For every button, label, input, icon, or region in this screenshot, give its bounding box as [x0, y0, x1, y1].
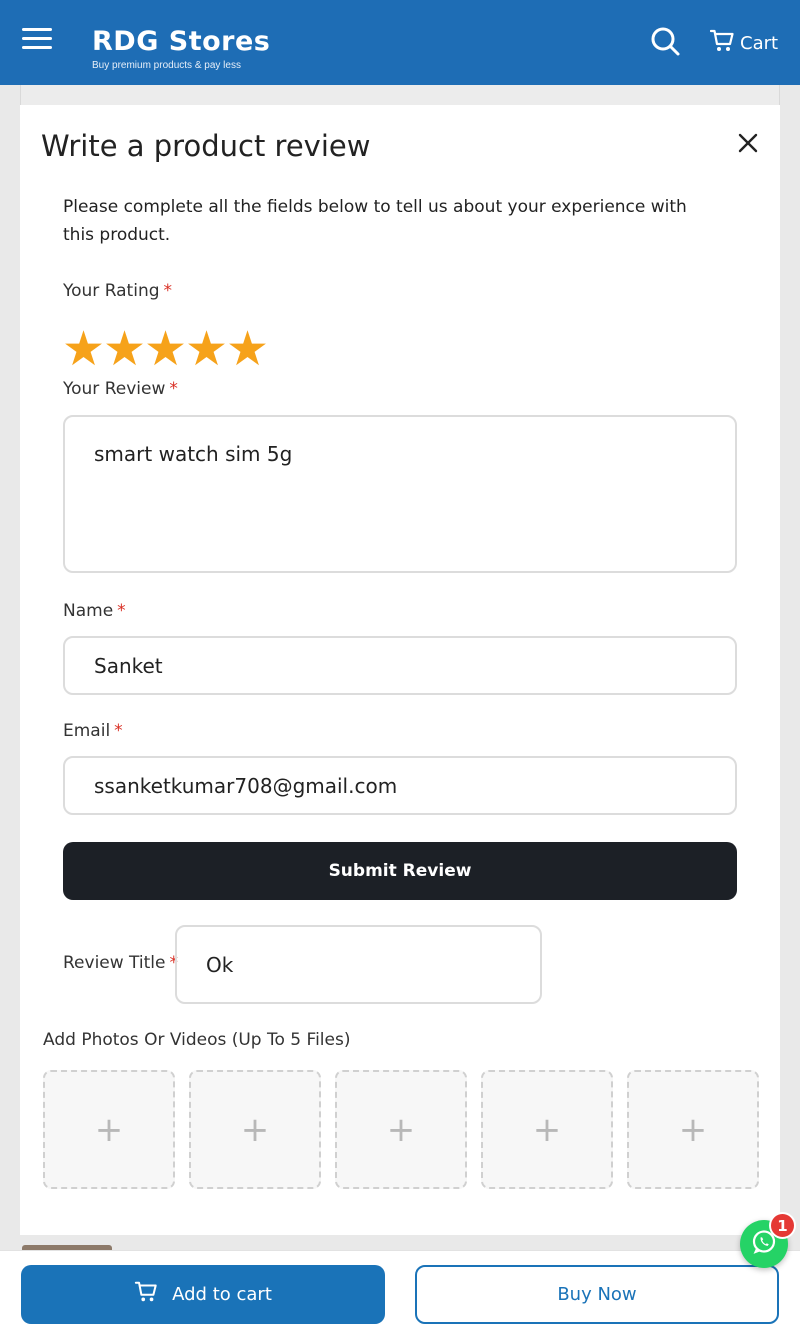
buy-now-button[interactable]: Buy Now: [415, 1265, 779, 1324]
close-icon[interactable]: [735, 130, 761, 156]
review-label-text: Your Review: [63, 379, 166, 399]
review-title-label-text: Review Title: [63, 953, 166, 973]
review-modal: Write a product review Please complete a…: [20, 105, 780, 1235]
star-icon-2[interactable]: ★: [103, 323, 146, 375]
search-icon[interactable]: [650, 26, 682, 58]
name-label-text: Name: [63, 601, 114, 621]
upload-slot-3[interactable]: +: [335, 1070, 467, 1189]
plus-icon: +: [386, 1109, 416, 1150]
upload-slot-4[interactable]: +: [481, 1070, 613, 1189]
menu-icon[interactable]: [22, 28, 52, 54]
required-mark: *: [114, 721, 123, 741]
upload-slot-1[interactable]: +: [43, 1070, 175, 1189]
add-to-cart-label: Add to cart: [172, 1284, 272, 1305]
cart-icon: [134, 1280, 158, 1309]
brand-title: RDG Stores: [92, 26, 271, 57]
star-icon-4[interactable]: ★: [185, 323, 228, 375]
name-field[interactable]: Sanket: [63, 636, 737, 695]
rating-label: Your Rating *: [63, 281, 172, 301]
bottom-action-bar: Add to cart Buy Now: [0, 1250, 800, 1340]
email-field[interactable]: ssanketkumar708@gmail.com: [63, 756, 737, 815]
review-label: Your Review *: [63, 379, 178, 399]
brand-logo[interactable]: RDG Stores Buy premium products & pay le…: [92, 26, 270, 71]
intro-text: Please complete all the fields below to …: [63, 197, 687, 245]
review-textarea[interactable]: smart watch sim 5g: [63, 415, 737, 573]
top-header: RDG Stores Buy premium products & pay le…: [0, 0, 800, 85]
submit-review-button[interactable]: Submit Review: [63, 842, 737, 900]
required-mark: *: [169, 379, 178, 399]
modal-title: Write a product review: [41, 129, 371, 163]
upload-slot-2[interactable]: +: [189, 1070, 321, 1189]
star-icon-5[interactable]: ★: [226, 323, 269, 375]
background-page: [20, 85, 780, 105]
add-to-cart-button[interactable]: Add to cart: [21, 1265, 385, 1324]
star-icon-3[interactable]: ★: [144, 323, 187, 375]
plus-icon: +: [678, 1109, 708, 1150]
required-mark: *: [117, 601, 126, 621]
cart-icon: [709, 28, 734, 58]
name-label: Name *: [63, 601, 126, 621]
plus-icon: +: [94, 1109, 124, 1150]
cart-button[interactable]: Cart: [709, 28, 779, 58]
plus-icon: +: [532, 1109, 562, 1150]
upload-label: Add Photos Or Videos (Up To 5 Files): [43, 1030, 351, 1050]
star-rating[interactable]: ★ ★ ★ ★ ★: [62, 323, 269, 375]
upload-slot-5[interactable]: +: [627, 1070, 759, 1189]
email-label: Email *: [63, 721, 123, 741]
rating-label-text: Your Rating: [63, 281, 160, 301]
cart-label: Cart: [740, 32, 779, 54]
required-mark: *: [163, 281, 173, 301]
email-label-text: Email: [63, 721, 111, 741]
plus-icon: +: [240, 1109, 270, 1150]
review-title-input[interactable]: Ok: [175, 925, 542, 1004]
upload-slots: + + + + +: [43, 1070, 759, 1189]
notification-badge: 1: [769, 1212, 796, 1239]
star-icon-1[interactable]: ★: [62, 323, 105, 375]
review-title-label: Review Title *: [63, 953, 178, 973]
brand-tagline: Buy premium products & pay less: [92, 60, 241, 71]
